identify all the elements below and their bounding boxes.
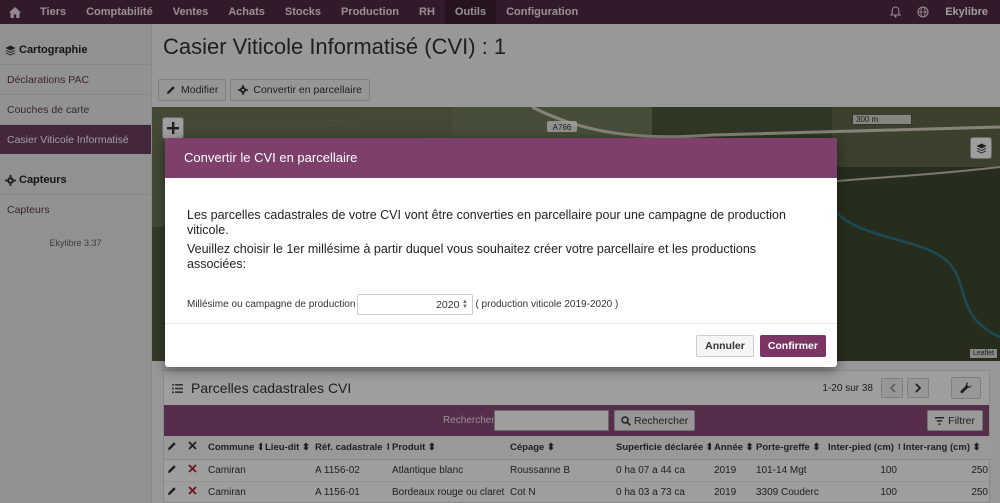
hint-range: 2019-2020 [564, 299, 613, 310]
modal-body: Les parcelles cadastrales de votre CVI v… [165, 178, 837, 315]
convert-cvi-modal: Convertir le CVI en parcellaire Les parc… [165, 138, 837, 367]
modal-description: Les parcelles cadastrales de votre CVI v… [187, 208, 786, 237]
number-spinner-icon[interactable]: ▲ ▼ [461, 299, 468, 310]
modal-title: Convertir le CVI en parcellaire [165, 138, 837, 178]
production-hint: ( production viticole 2019-2020 ) [475, 299, 618, 310]
modal-instruction: Veuillez choisir le 1er millésime à part… [187, 242, 757, 271]
modal-footer: Annuler Confirmer [165, 323, 837, 367]
confirm-button[interactable]: Confirmer [759, 334, 826, 357]
cancel-button[interactable]: Annuler [696, 334, 754, 357]
vintage-field-label: Millésime ou campagne de production [187, 299, 356, 310]
vintage-year-value: 2020 [436, 298, 460, 311]
hint-suffix: ) [614, 299, 619, 310]
hint-prefix: ( production viticole [475, 299, 562, 310]
vintage-year-input[interactable]: 2020 ▲ ▼ [357, 294, 474, 315]
vintage-field-row: Millésime ou campagne de production 2020… [187, 294, 815, 315]
